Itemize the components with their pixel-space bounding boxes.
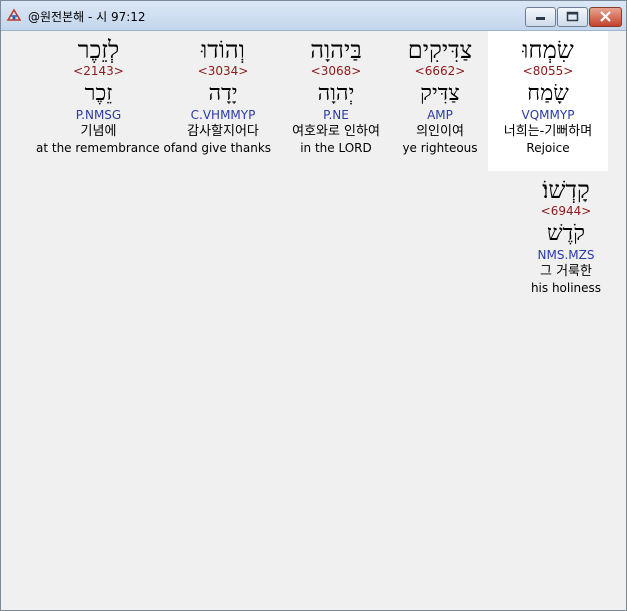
maximize-button[interactable] [557,7,588,27]
morphology-code: AMP [427,108,453,122]
app-icon [6,7,22,23]
morphology-code: P.NMSG [75,108,122,122]
lemma: קֹדֶשׁ [547,221,585,246]
english-gloss: Rejoice [526,141,570,155]
word-card[interactable]: בַּיהוָה <3068> יְהוָה P.NE 여호와로 인하여 in … [276,31,396,155]
window-title: @원전본해 - 시 97:12 [28,10,146,24]
korean-gloss: 감사할지어다 [187,124,259,139]
lemma: יְהוָה [317,81,355,106]
morphology-code: VQMMYP [521,108,575,122]
strong-number[interactable]: <2143> [36,64,161,78]
close-button[interactable] [589,7,622,27]
maximize-icon [566,11,579,22]
hebrew-word: בַּיהוָה [310,36,362,64]
word-card[interactable]: קָדְשׁוֹ׃ <6944> קֹדֶשׁ NMS.MZS 그 거룩한 hi… [506,173,626,295]
morphology-code: P.NE [323,108,349,122]
morphology-code: NMS.MZS [537,248,595,262]
word-card[interactable]: צַדִּיקִים <6662> צַדִּיק AMP 의인이여 ye ri… [380,31,500,155]
hebrew-word: צַדִּיקִים [407,36,473,64]
korean-gloss: 너희는-기뻐하며 [503,124,593,139]
korean-gloss: 그 거룩한 [540,264,592,279]
strong-number[interactable]: <6944> [506,204,626,218]
minimize-icon [536,17,545,20]
english-gloss: ye righteous [402,141,478,155]
english-gloss: in the LORD [300,141,372,155]
close-icon [600,11,611,22]
word-card[interactable]: שִׂמְחוּ <8055> שָׂמַח VQMMYP 너희는-기뻐하며 R… [488,31,608,171]
app-window: @원전본해 - 시 97:12 שִׂמְחוּ <8055> שָׂמַח V… [0,0,627,611]
strong-number[interactable]: <3068> [276,64,396,78]
korean-gloss: 여호와로 인하여 [292,124,380,139]
lemma: יָדָה [208,81,238,106]
english-gloss: at the remembrance of [36,141,176,155]
hebrew-word: וְהוֹדוּ [201,36,245,64]
lemma: צַדִּיק [420,81,460,106]
morphology-code: C.VHMMYP [190,108,256,122]
korean-gloss: 기념에 [80,124,117,139]
hebrew-word: לְזֵכֶר [77,36,120,64]
word-card[interactable]: וְהוֹדוּ <3034> יָדָה C.VHMMYP 감사할지어다 an… [163,31,283,155]
english-gloss: and give thanks [174,141,272,155]
english-gloss: his holiness [530,281,602,295]
hebrew-word: שִׂמְחוּ [522,36,574,64]
minimize-button[interactable] [525,7,556,27]
strong-number[interactable]: <3034> [163,64,283,78]
hebrew-word: קָדְשׁוֹ׃ [542,176,590,204]
strong-number[interactable]: <8055> [488,64,608,78]
lemma: זֵכֶר [84,81,113,106]
lemma: שָׂמַח [527,81,569,106]
strong-number[interactable]: <6662> [380,64,500,78]
interlinear-panel: שִׂמְחוּ <8055> שָׂמַח VQMMYP 너희는-기뻐하며 R… [6,31,623,606]
title-bar[interactable]: @원전본해 - 시 97:12 [1,1,626,31]
korean-gloss: 의인이여 [416,124,464,139]
word-card[interactable]: לְזֵכֶר <2143> זֵכֶר P.NMSG 기념에 at the r… [36,31,176,155]
